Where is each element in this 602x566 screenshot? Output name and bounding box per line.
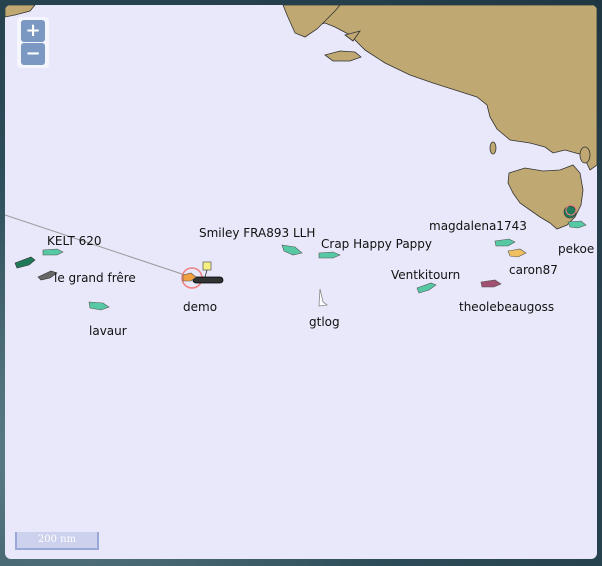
boat-caron87[interactable] [507,248,527,258]
land-australia [284,5,597,171]
label-crap-happy-pappy: Crap Happy Pappy [321,237,433,251]
label-ventkitourn: Ventkitourn [391,268,461,282]
land-king-island [489,141,497,155]
boat-theolebeaugoss[interactable] [480,279,502,288]
zoom-in-button[interactable]: + [21,20,45,42]
boat-magdalena1743[interactable] [494,238,516,247]
label-gtlog: gtlog [309,315,340,329]
label-lavaur: lavaur [89,324,127,338]
label-theolebeaugoss: theolebeaugoss [459,300,555,314]
boat-smiley[interactable] [281,244,303,256]
map-canvas[interactable]: KELT 620 le grand frêre lavaur demo Smil… [5,5,597,559]
boat-cluster-hobart[interactable] [563,205,577,219]
boat-lavaur[interactable] [88,301,110,311]
land-island-kangaroo [324,50,362,62]
label-kelt-620: KELT 620 [47,234,102,248]
label-pekoe: pekoe [558,242,595,256]
zoom-out-button[interactable]: − [21,43,45,65]
label-smiley: Smiley FRA893 LLH [199,226,316,240]
boat-unlabeled-dark[interactable] [14,256,36,269]
demo-route-trail [192,276,224,284]
label-caron87: caron87 [509,263,558,277]
boat-pekoe[interactable] [567,220,587,229]
demo-flag-pole [204,269,208,278]
label-le-grand-frere: le grand frêre [54,271,136,285]
boat-crap-happy-pappy[interactable] [318,251,341,259]
land-west-corner [5,5,36,18]
scale-bar-label: 200 nm [37,534,77,545]
demo-flag-marker[interactable] [202,261,212,271]
boat-ventkitourn[interactable] [416,282,437,294]
zoom-control: + − [17,17,49,68]
label-magdalena1743: magdalena1743 [429,219,527,233]
land-flinders-island [579,146,591,164]
scale-bar: 200 nm [15,532,99,550]
boat-gtlog[interactable] [318,288,329,307]
boat-kelt-620[interactable] [42,248,64,256]
label-demo: demo [183,300,218,314]
